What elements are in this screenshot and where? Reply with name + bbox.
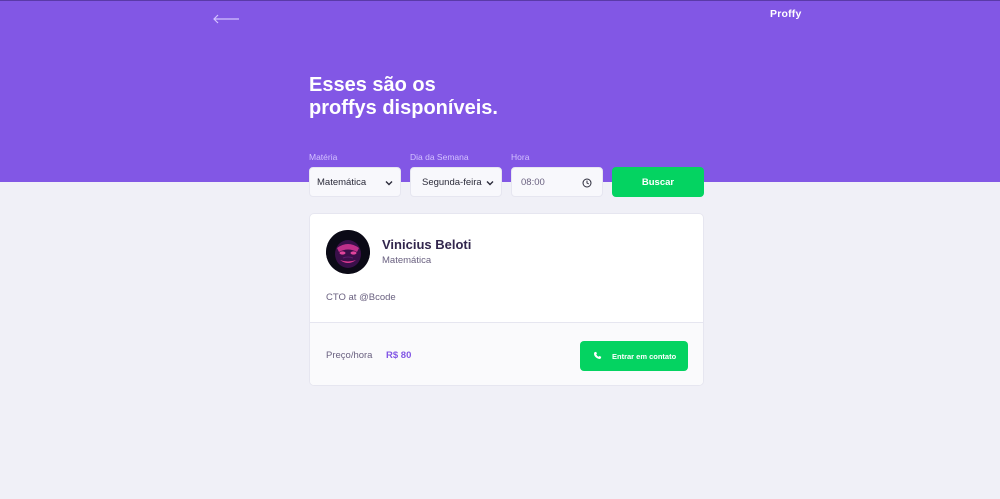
back-arrow-icon[interactable]: [212, 12, 240, 26]
time-input-value: 08:00: [521, 176, 545, 188]
page-title-line2: proffys disponíveis.: [309, 97, 498, 119]
teacher-card: Vinicius Beloti Matemática CTO at @Bcode…: [309, 213, 704, 386]
page-title-line1: Esses são os: [309, 74, 436, 96]
time-label: Hora: [511, 152, 530, 162]
page-header: Proffy Esses são os proffys disponíveis.: [0, 1, 1000, 182]
teacher-subject: Matemática: [382, 255, 432, 266]
clock-icon[interactable]: [582, 178, 592, 188]
logo[interactable]: Proffy: [770, 8, 802, 20]
chevron-down-icon: [385, 181, 393, 186]
teacher-bio: CTO at @Bcode: [326, 292, 396, 303]
weekday-label: Dia da Semana: [410, 152, 469, 162]
contact-button[interactable]: Entrar em contato: [580, 341, 688, 371]
teacher-name: Vinicius Beloti: [382, 237, 472, 252]
price-value: R$ 80: [386, 350, 412, 361]
contact-button-label: Entrar em contato: [612, 352, 677, 361]
price-label: Preço/hora: [326, 350, 373, 361]
card-footer: Preço/hora R$ 80 Entrar em contato: [310, 322, 703, 385]
page-title: Esses são os proffys disponíveis.: [309, 74, 609, 120]
time-input[interactable]: 08:00: [511, 167, 603, 197]
weekday-select[interactable]: Segunda-feira: [410, 167, 502, 197]
subject-select-value: Matemática: [317, 176, 367, 188]
avatar: [326, 230, 370, 274]
subject-select[interactable]: Matemática: [309, 167, 401, 197]
whatsapp-icon: [593, 351, 602, 359]
weekday-select-value: Segunda-feira: [422, 176, 482, 188]
chevron-down-icon: [486, 181, 494, 186]
subject-label: Matéria: [309, 152, 338, 162]
search-button[interactable]: Buscar: [612, 167, 704, 197]
